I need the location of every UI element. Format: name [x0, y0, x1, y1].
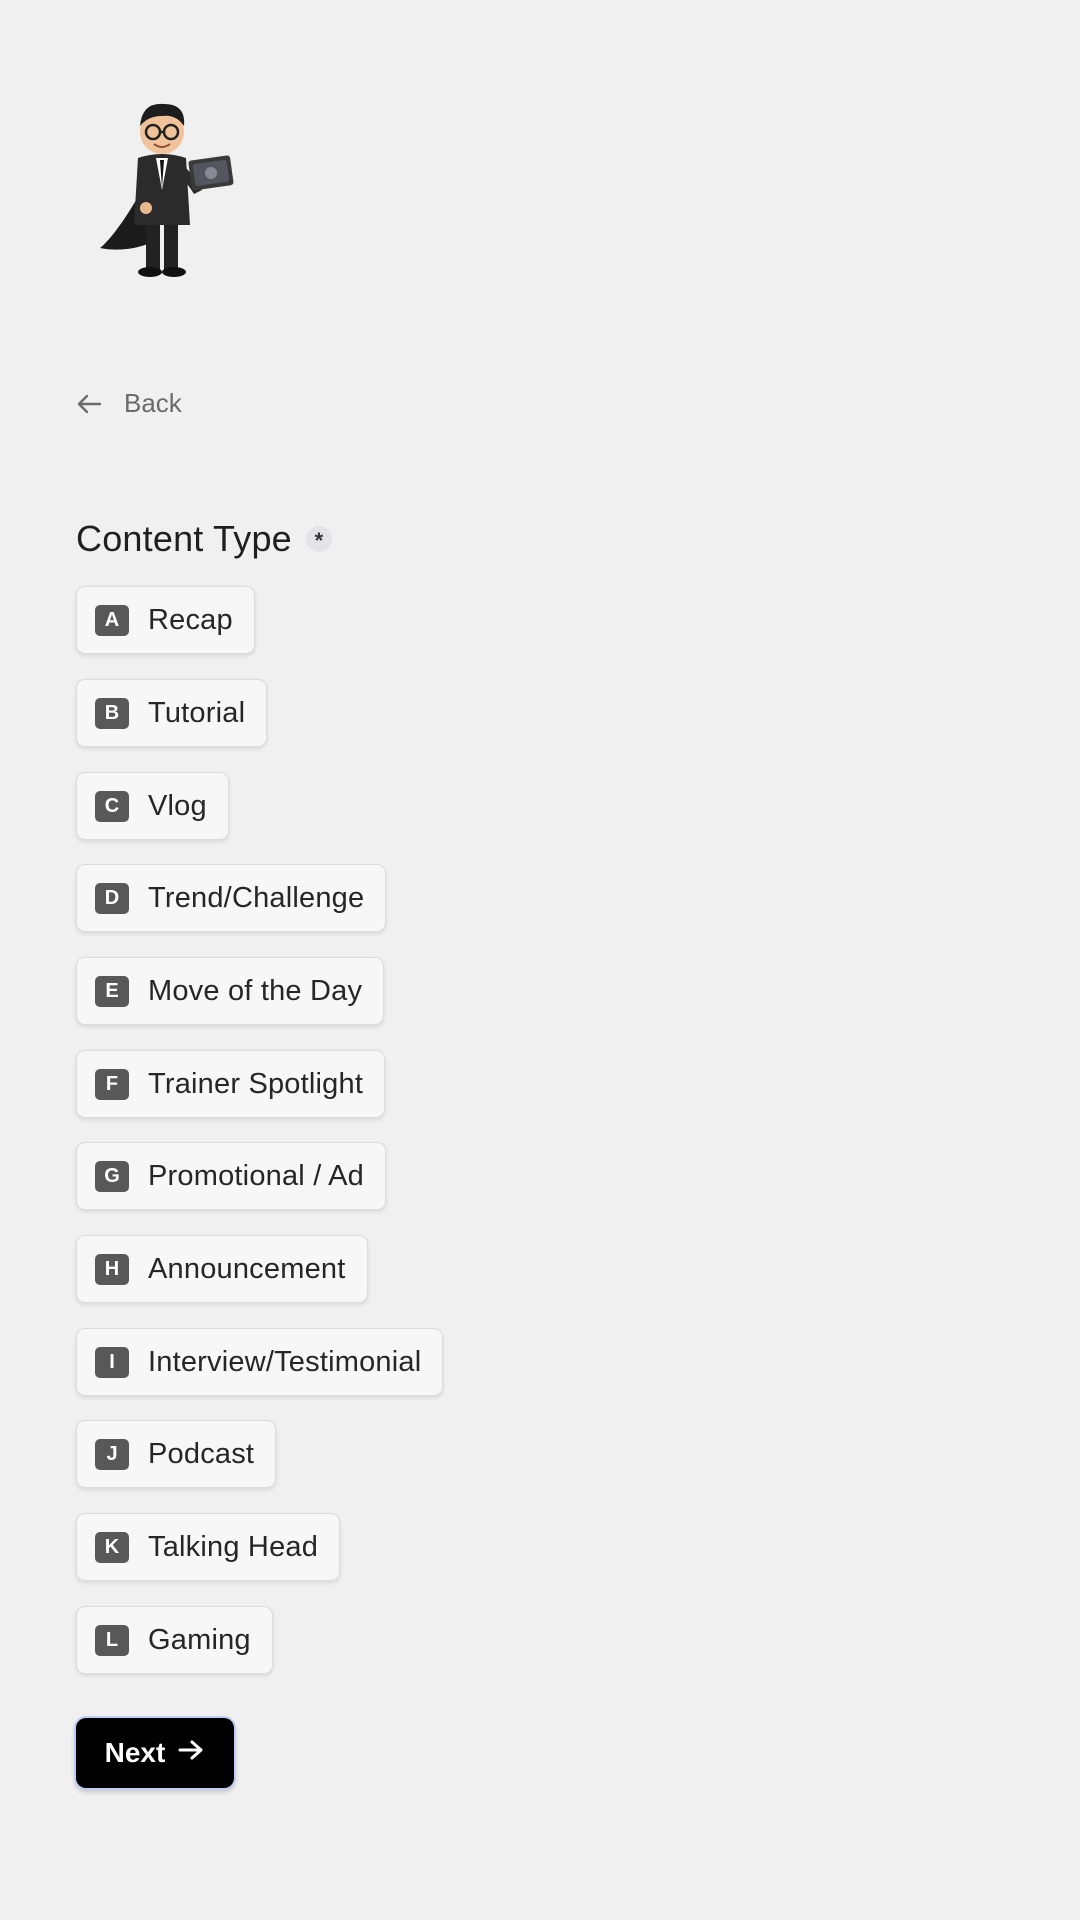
option-key: L	[95, 1624, 129, 1656]
back-label: Back	[124, 388, 182, 418]
option-key: J	[95, 1438, 129, 1470]
option-key: H	[95, 1253, 129, 1285]
next-label: Next	[104, 1737, 166, 1768]
avatar	[90, 80, 250, 280]
option-key: F	[95, 1068, 129, 1100]
option-key: B	[95, 697, 129, 729]
option-label: Tutorial	[148, 696, 246, 729]
option-label: Gaming	[148, 1623, 251, 1656]
arrow-right-icon	[177, 1737, 205, 1769]
form-page: Back Content Type * A Recap B Tutorial C…	[0, 0, 1080, 1920]
option-gaming[interactable]: L Gaming	[76, 1606, 273, 1674]
option-label: Promotional / Ad	[148, 1159, 364, 1192]
next-button[interactable]: Next	[76, 1718, 234, 1788]
option-label: Podcast	[148, 1437, 255, 1470]
option-label: Recap	[148, 603, 233, 636]
option-vlog[interactable]: C Vlog	[76, 772, 229, 840]
option-key: E	[95, 975, 129, 1007]
option-trainer-spotlight[interactable]: F Trainer Spotlight	[76, 1050, 386, 1118]
option-move-of-the-day[interactable]: E Move of the Day	[76, 957, 385, 1025]
option-label: Announcement	[148, 1252, 346, 1285]
required-marker: *	[305, 526, 332, 553]
question-header: Content Type *	[76, 518, 332, 560]
option-key: I	[95, 1346, 129, 1378]
option-trend-challenge[interactable]: D Trend/Challenge	[76, 864, 387, 932]
option-tutorial[interactable]: B Tutorial	[76, 679, 268, 747]
arrow-left-icon	[76, 393, 102, 415]
option-label: Vlog	[148, 789, 207, 822]
option-label: Trainer Spotlight	[148, 1067, 364, 1100]
option-key: K	[95, 1531, 129, 1563]
question-title: Content Type	[76, 518, 292, 559]
option-recap[interactable]: A Recap	[76, 586, 255, 654]
option-key: A	[95, 604, 129, 636]
option-announcement[interactable]: H Announcement	[76, 1235, 368, 1303]
option-interview-testimonial[interactable]: I Interview/Testimonial	[76, 1328, 444, 1396]
option-label: Interview/Testimonial	[148, 1345, 422, 1378]
option-label: Talking Head	[148, 1530, 319, 1563]
back-link[interactable]: Back	[76, 388, 182, 419]
option-key: G	[95, 1160, 129, 1192]
option-key: C	[95, 790, 129, 822]
option-talking-head[interactable]: K Talking Head	[76, 1513, 341, 1581]
option-label: Move of the Day	[148, 974, 363, 1007]
option-label: Trend/Challenge	[148, 881, 365, 914]
option-podcast[interactable]: J Podcast	[76, 1420, 277, 1488]
businessman-illustration	[100, 103, 234, 277]
option-key: D	[95, 882, 129, 914]
option-promotional-ad[interactable]: G Promotional / Ad	[76, 1142, 386, 1210]
